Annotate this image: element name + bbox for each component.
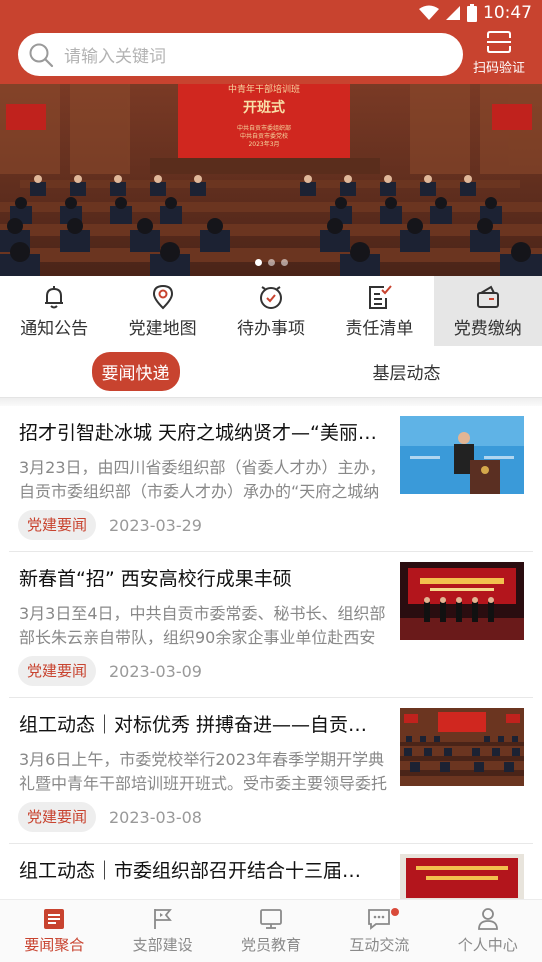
quick-nav-label: 党费缴纳 [453,318,522,339]
chat-icon [368,909,391,930]
news-date: 2023-03-09 [109,662,202,681]
news-date: 2023-03-08 [109,808,202,827]
bottom-nav-label: 党员教育 [240,936,301,954]
status-bar: 10:47 [0,0,542,28]
news-item[interactable]: 招才引智赴冰城 天府之城纳贤才—“美丽自贡 人才振兴” 3月23日，由四川省委组… [9,406,533,552]
quick-nav-label: 待办事项 [236,318,305,339]
news-item[interactable]: 组工动态｜对标优秀 拼搏奋进——自贡市委党校开学典礼 3月6日上午，市委党校举行… [9,698,533,844]
news-summary: 3月6日上午，市委党校举行2023年春季学期开学典礼暨中青年干部培训班开班式。受… [19,750,388,793]
map-pin-icon [152,284,173,309]
news-thumbnail [400,562,524,640]
flag-icon [153,909,172,929]
bottom-nav-branch[interactable]: 支部建设 [108,900,216,962]
tab-news-express[interactable]: 要闻快递 [0,346,271,397]
carousel-dot[interactable] [254,259,262,266]
carousel-dot[interactable] [280,259,288,266]
quick-nav: 通知公告 党建地图 待办事项 责任清单 党费缴纳 [0,276,542,346]
bottom-nav-news[interactable]: 要闻聚合 [0,900,108,962]
news-summary: 3月23日，由四川省委组织部（省委人才办）主办，自贡市委组织部（市委人才办）承办… [19,458,386,501]
search-placeholder: 请输入关键词 [64,47,166,67]
quick-nav-label: 通知公告 [20,318,89,339]
bottom-nav-label: 个人中心 [457,936,518,954]
news-thumbnail [400,708,524,786]
search-bar[interactable]: 请输入关键词 [18,33,463,76]
battery-icon [467,4,477,22]
quick-nav-party-map[interactable]: 党建地图 [108,276,216,346]
carousel-dot[interactable] [267,259,275,266]
wallet-icon [476,285,499,308]
news-tag: 党建要闻 [18,802,97,832]
search-icon [29,43,54,67]
quick-nav-label: 责任清单 [345,318,414,339]
tab-label: 基层动态 [372,364,441,384]
banner-screen-sub2: 中共自贡市委党校 [240,132,288,140]
tab-label: 要闻快递 [91,352,180,391]
bottom-nav-interaction[interactable]: 互动交流 [325,900,433,962]
notification-badge [391,908,400,916]
meeting-banner-image [400,854,524,899]
conference-hall-image [400,708,524,786]
news-thumbnail [400,854,524,899]
news-tabs: 要闻快递 基层动态 [0,346,542,398]
news-date: 2023-03-29 [109,516,202,535]
bottom-nav-label: 互动交流 [349,936,410,954]
banner-screen-date: 2023年3月 [248,140,279,148]
monitor-icon [260,909,282,929]
bottom-nav-education[interactable]: 党员教育 [217,900,325,962]
news-title: 组工动态｜市委组织部召开结合十三届全会精神专题会议 [19,860,379,882]
bottom-nav-profile[interactable]: 个人中心 [434,900,542,962]
bottom-nav-label: 支部建设 [132,936,193,954]
scan-label: 扫码验证 [472,61,525,76]
bottom-nav: 要闻聚合 支部建设 党员教育 互动交流 个人中心 [0,899,542,962]
scan-verify-button[interactable]: 扫码验证 [470,30,528,80]
app-screen: 10:47 请输入关键词 扫码验证 中青年干部培训班 开班式 中共自贡市委组织部… [0,0,542,962]
wifi-icon [419,5,439,20]
news-title: 新春首“招” 西安高校行成果丰硕 [19,568,292,590]
quick-nav-notices[interactable]: 通知公告 [0,276,108,346]
signal-icon [446,6,460,20]
news-item[interactable]: 组工动态｜市委组织部召开结合十三届全会精神专题会议 [9,844,533,899]
carousel-indicator [0,259,542,266]
news-summary: 3月3日至4日，中共自贡市委常委、秘书长、组织部部长朱云亲自带队，组织90余家企… [19,604,386,647]
app-header: 10:47 请输入关键词 扫码验证 [0,0,542,84]
news-tag: 党建要闻 [18,656,97,686]
banner-carousel[interactable]: 中青年干部培训班 开班式 中共自贡市委组织部 中共自贡市委党校 2023年3月 [0,84,542,276]
alarm-clock-icon [259,285,282,309]
news-list: 招才引智赴冰城 天府之城纳贤才—“美丽自贡 人才振兴” 3月23日，由四川省委组… [0,406,542,899]
quick-nav-responsibility-list[interactable]: 责任清单 [325,276,433,346]
quick-nav-label: 党建地图 [128,318,197,339]
bottom-nav-label: 要闻聚合 [24,936,85,954]
news-icon [44,909,65,929]
news-title: 组工动态｜对标优秀 拼搏奋进——自贡市委党校开学典礼 [19,714,379,736]
banner-screen-top: 中青年干部培训班 [228,84,300,95]
news-item[interactable]: 新春首“招” 西安高校行成果丰硕 3月3日至4日，中共自贡市委常委、秘书长、组织… [9,552,533,698]
divider [0,398,542,406]
banner-screen-sub1: 中共自贡市委组织部 [237,124,291,132]
speaker-podium-image [400,416,524,494]
stage-ceremony-image [400,562,524,640]
user-icon [477,908,498,930]
scan-icon [487,31,511,53]
tab-grassroots-news[interactable]: 基层动态 [271,346,542,397]
news-tag: 党建要闻 [18,510,97,540]
quick-nav-todo[interactable]: 待办事项 [217,276,325,346]
bell-icon [45,285,64,308]
checklist-icon [369,284,393,309]
quick-nav-party-dues[interactable]: 党费缴纳 [433,276,542,346]
news-thumbnail [400,416,524,494]
status-time: 10:47 [483,3,532,23]
banner-screen-heading: 开班式 [243,99,285,116]
banner-image: 中青年干部培训班 开班式 中共自贡市委组织部 中共自贡市委党校 2023年3月 [0,84,542,276]
news-title: 招才引智赴冰城 天府之城纳贤才—“美丽自贡 人才振兴” [19,422,379,444]
